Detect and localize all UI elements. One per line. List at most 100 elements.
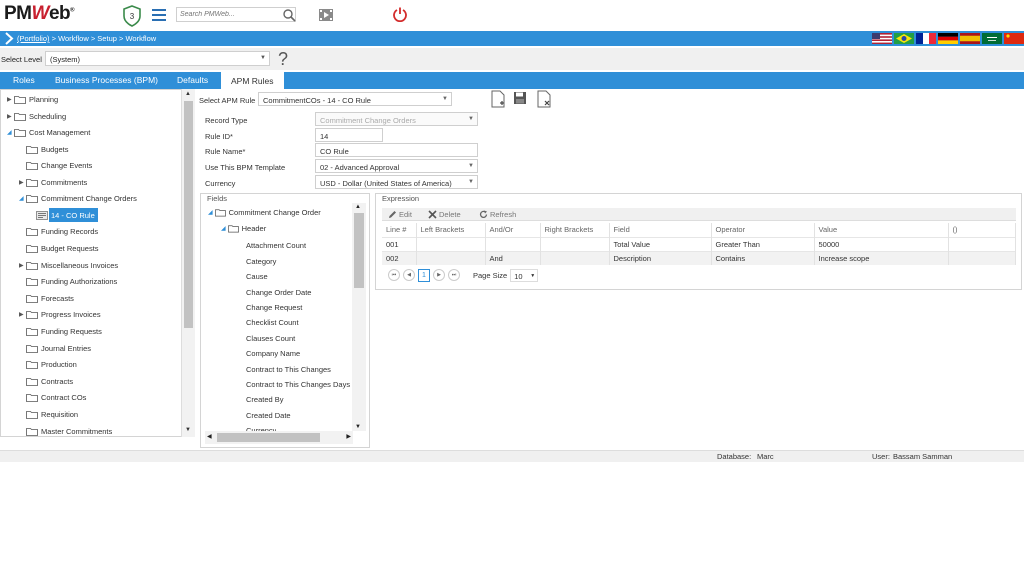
- tree-item-funding-requests[interactable]: Funding Requests: [19, 324, 102, 338]
- germany-flag-icon[interactable]: [938, 33, 958, 44]
- pmweb-logo[interactable]: PMWeb®: [4, 3, 75, 25]
- tree-item-journal-entries[interactable]: Journal Entries: [19, 341, 91, 355]
- tree-item-commitment-change-orders[interactable]: ◢ Commitment Change Orders: [19, 191, 137, 205]
- fields-horizontal-scrollbar[interactable]: ◀ ▶: [205, 431, 353, 444]
- prev-page-icon[interactable]: ◀: [403, 269, 415, 281]
- france-flag-icon[interactable]: [916, 33, 936, 44]
- column-header[interactable]: Right Brackets: [540, 223, 610, 237]
- field-header-node[interactable]: ◢ Header: [221, 224, 266, 233]
- tree-item-contract-cos[interactable]: Contract COs: [19, 390, 86, 404]
- select-level-dropdown[interactable]: (System) ▼: [45, 51, 270, 66]
- tab-apm-rules[interactable]: APM Rules: [221, 72, 284, 89]
- field-item[interactable]: Category: [246, 257, 276, 266]
- field-item[interactable]: Checklist Count: [246, 318, 299, 327]
- tree-item-change-events[interactable]: Change Events: [19, 158, 92, 172]
- tree-item-contracts[interactable]: Contracts: [19, 374, 73, 388]
- search-input[interactable]: [177, 8, 277, 21]
- column-header[interactable]: (): [948, 223, 1016, 237]
- delete-record-icon[interactable]: [537, 90, 551, 108]
- tree-item-master-commitments[interactable]: Master Commitments: [19, 424, 112, 436]
- field-item[interactable]: Clauses Count: [246, 334, 295, 343]
- tree-item-planning[interactable]: ▶ Planning: [7, 92, 58, 106]
- tree-item-scheduling[interactable]: ▶ Scheduling: [7, 109, 66, 123]
- field-item[interactable]: Change Order Date: [246, 288, 311, 297]
- tree-item-cost-management[interactable]: ◢ Cost Management: [7, 125, 90, 139]
- field-item[interactable]: Contract to This Changes Days: [246, 380, 350, 389]
- tab-roles[interactable]: Roles: [13, 75, 35, 85]
- field-item[interactable]: Created Date: [246, 411, 291, 420]
- field-item[interactable]: Attachment Count: [246, 241, 306, 250]
- saudi-flag-icon[interactable]: [982, 33, 1002, 44]
- collapse-arrow-icon: ◢: [208, 210, 213, 216]
- field-item[interactable]: Cause: [246, 272, 268, 281]
- table-row[interactable]: 002 And Description Contains Increase sc…: [382, 250, 1016, 265]
- delete-button[interactable]: Delete: [428, 210, 461, 219]
- tree-item-commitments[interactable]: ▶ Commitments: [19, 175, 87, 189]
- field-item[interactable]: Company Name: [246, 349, 300, 358]
- field-item[interactable]: Change Request: [246, 303, 302, 312]
- tree-item-miscellaneous-invoices[interactable]: ▶ Miscellaneous Invoices: [19, 258, 118, 272]
- search-icon[interactable]: [281, 7, 297, 23]
- china-flag-icon[interactable]: [1004, 33, 1024, 44]
- column-header[interactable]: Line #: [382, 223, 417, 237]
- first-page-icon[interactable]: ⏮: [388, 269, 400, 281]
- page-size-dropdown[interactable]: 10 ▼: [510, 268, 539, 282]
- current-page[interactable]: 1: [418, 268, 430, 282]
- shield-icon[interactable]: 3: [122, 5, 142, 27]
- tree-item-progress-invoices[interactable]: ▶ Progress Invoices: [19, 307, 101, 321]
- tree-item-forecasts[interactable]: Forecasts: [19, 291, 74, 305]
- save-icon[interactable]: [513, 91, 527, 105]
- tree-scrollbar[interactable]: ▲ ▼: [181, 89, 195, 437]
- tree-item-funding-records[interactable]: Funding Records: [19, 224, 98, 238]
- tree-scroll-thumb[interactable]: [184, 101, 193, 328]
- scroll-down-icon[interactable]: ▼: [355, 424, 361, 430]
- last-page-icon[interactable]: ⏭: [448, 269, 460, 281]
- next-page-icon[interactable]: ▶: [433, 269, 445, 281]
- tree-item-requisition[interactable]: Requisition: [19, 407, 78, 421]
- scroll-down-icon[interactable]: ▼: [185, 427, 191, 433]
- tree-item-budgets[interactable]: Budgets: [19, 142, 69, 156]
- power-icon[interactable]: [392, 6, 408, 22]
- brazil-flag-icon[interactable]: [894, 33, 914, 44]
- column-header[interactable]: Operator: [711, 223, 815, 237]
- tab-business-processes[interactable]: Business Processes (BPM): [55, 75, 158, 85]
- folder-icon: [26, 327, 38, 336]
- field-root-node[interactable]: ◢ Commitment Change Order: [208, 208, 321, 217]
- fields-vscroll-thumb[interactable]: [354, 213, 364, 288]
- currency-dropdown[interactable]: USD - Dollar (United States of America) ▼: [315, 175, 478, 189]
- scroll-up-icon[interactable]: ▲: [355, 204, 361, 210]
- field-item[interactable]: Contract to This Changes: [246, 365, 331, 374]
- scroll-up-icon[interactable]: ▲: [185, 91, 191, 97]
- field-item[interactable]: Created By: [246, 395, 284, 404]
- column-header[interactable]: Left Brackets: [416, 223, 486, 237]
- folder-icon: [26, 178, 38, 187]
- tree-item-budget-requests[interactable]: Budget Requests: [19, 241, 99, 255]
- column-header[interactable]: Value: [814, 223, 949, 237]
- us-flag-icon[interactable]: [872, 33, 892, 44]
- fields-hscroll-thumb[interactable]: [217, 433, 320, 442]
- help-icon[interactable]: ?: [278, 49, 288, 70]
- column-header[interactable]: And/Or: [485, 223, 541, 237]
- tree-item-production[interactable]: Production: [19, 357, 77, 371]
- refresh-button[interactable]: Refresh: [479, 210, 516, 219]
- table-row[interactable]: 001 Total Value Greater Than 50000: [382, 236, 1016, 251]
- spain-flag-icon[interactable]: [960, 33, 980, 44]
- tree-item-funding-authorizations[interactable]: Funding Authorizations: [19, 274, 117, 288]
- scroll-right-icon[interactable]: ▶: [346, 433, 351, 440]
- new-record-icon[interactable]: [491, 90, 505, 108]
- rule-name-input[interactable]: CO Rule: [315, 143, 478, 157]
- tab-defaults[interactable]: Defaults: [177, 75, 208, 85]
- breadcrumb-portfolio-link[interactable]: (Portfolio): [17, 34, 50, 43]
- edit-button[interactable]: Edit: [388, 210, 412, 219]
- column-header[interactable]: Field: [609, 223, 712, 237]
- select-apm-rule-dropdown[interactable]: CommitmentCOs - 14 - CO Rule ▼: [258, 92, 452, 106]
- chevron-right-icon[interactable]: [4, 32, 14, 45]
- scroll-left-icon[interactable]: ◀: [207, 433, 212, 440]
- fields-vertical-scrollbar[interactable]: ▲ ▼: [352, 203, 366, 431]
- media-icon[interactable]: [318, 7, 334, 23]
- tree-item-co-rule[interactable]: 14 - CO Rule: [49, 208, 98, 222]
- menu-icon[interactable]: [152, 9, 166, 21]
- bpm-template-dropdown[interactable]: 02 - Advanced Approval ▼: [315, 159, 478, 173]
- rule-id-input[interactable]: 14: [315, 128, 383, 142]
- search-box[interactable]: [176, 7, 296, 22]
